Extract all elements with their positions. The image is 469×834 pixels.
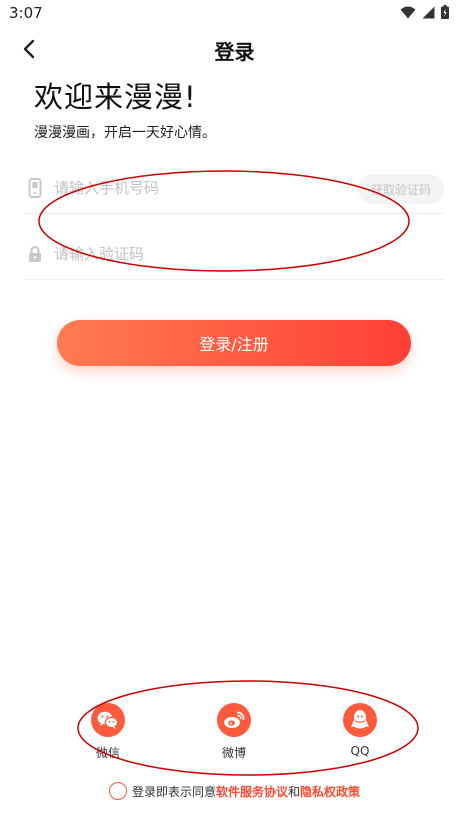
service-agreement-link[interactable]: 软件服务协议 (216, 783, 288, 800)
status-icons (400, 5, 449, 19)
status-time: 3:07 (9, 4, 43, 22)
phone-field: 获取验证码 (24, 162, 444, 214)
weibo-label: 微博 (221, 746, 246, 760)
get-code-button[interactable]: 获取验证码 (358, 174, 444, 204)
status-bar: 3:07 (0, 0, 469, 26)
agreement-checkbox[interactable] (108, 782, 127, 800)
wechat-icon (91, 703, 125, 737)
wechat-login-button[interactable]: 微信 (73, 703, 143, 761)
agreement-row: 登录即表示同意 软件服务协议 和 隐私权政策 (0, 782, 469, 800)
agreement-prefix: 登录即表示同意 (131, 784, 216, 799)
lock-icon (26, 244, 44, 264)
phone-icon (26, 178, 44, 198)
wechat-label: 微信 (95, 746, 120, 760)
wifi-icon (400, 6, 416, 18)
signal-icon (422, 6, 435, 18)
agreement-and: 和 (288, 784, 301, 799)
phone-input[interactable] (54, 176, 354, 200)
battery-icon (441, 5, 449, 19)
code-field (24, 228, 444, 280)
page-title: 登录 (214, 40, 255, 64)
privacy-policy-link[interactable]: 隐私权政策 (300, 783, 360, 800)
login-register-button[interactable]: 登录/注册 (57, 320, 411, 366)
welcome-subtitle: 漫漫漫画，开启一天好心情。 (34, 125, 216, 141)
weibo-icon (217, 703, 251, 737)
code-input[interactable] (54, 242, 354, 266)
nav-bar: 登录 (0, 28, 469, 70)
qq-icon (343, 703, 377, 737)
qq-label: QQ (350, 744, 370, 758)
qq-login-button[interactable]: QQ (325, 703, 395, 758)
welcome-title: 欢迎来漫漫! (34, 80, 197, 114)
weibo-login-button[interactable]: 微博 (199, 703, 269, 761)
